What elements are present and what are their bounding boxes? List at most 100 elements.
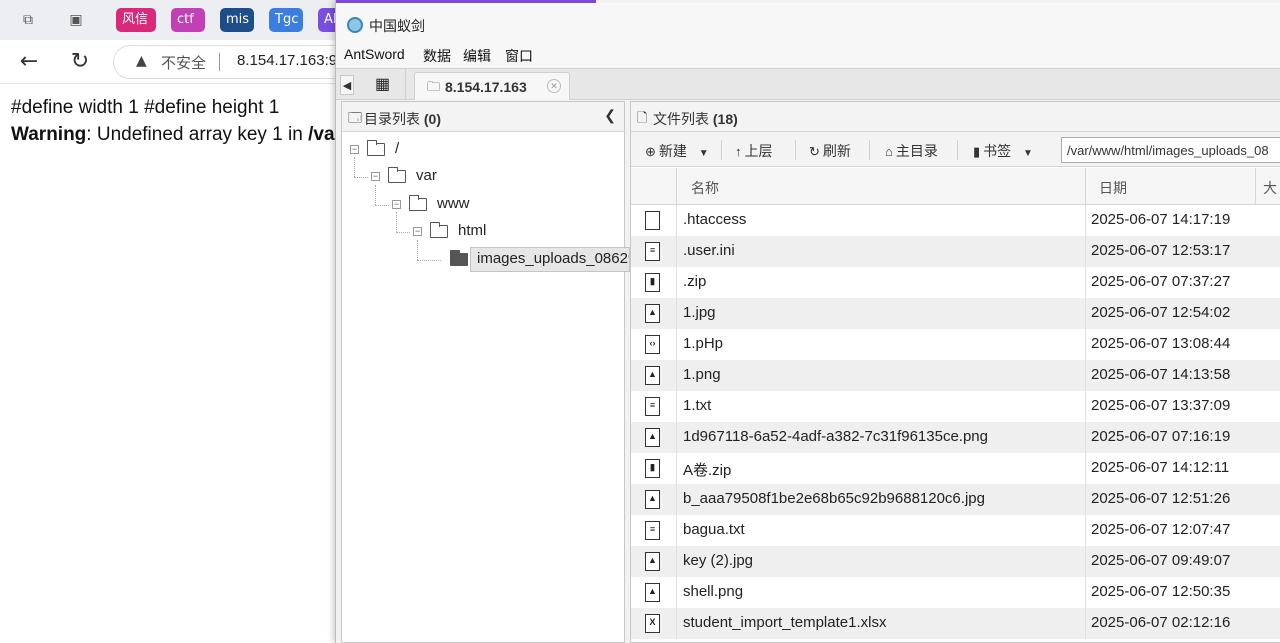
file-date: 2025-06-07 13:08:44 xyxy=(1091,335,1231,352)
tab-actions-icon[interactable]: ▣ xyxy=(66,10,86,30)
directory-panel: 🗔 目录列表 (0) ❮ − / − var − www − html imag… xyxy=(341,101,630,643)
excel-file-icon: X xyxy=(645,614,660,633)
path-input[interactable]: /var/www/html/images_uploads_08 xyxy=(1061,137,1280,163)
refresh-icon: ↻ xyxy=(809,144,820,159)
table-row[interactable]: ‹› 1.pHp 2025-06-07 13:08:44 xyxy=(631,329,1280,360)
file-date: 2025-06-07 12:54:02 xyxy=(1091,304,1231,321)
menu-window[interactable]: 窗口 xyxy=(505,46,533,66)
arrow-up-icon: ↑ xyxy=(735,144,742,159)
tab-close-icon[interactable]: ✕ xyxy=(547,79,561,93)
file-date: 2025-06-07 14:17:19 xyxy=(1091,211,1231,228)
table-row[interactable]: ≡ .user.ini 2025-06-07 12:53:17 xyxy=(631,236,1280,267)
antsword-titlebar: 中国蚁剑 xyxy=(336,3,1280,43)
table-row[interactable]: ▮ .zip 2025-06-07 07:37:27 xyxy=(631,267,1280,298)
column-size[interactable]: 大 xyxy=(1263,178,1277,198)
tree-node-www[interactable]: − www xyxy=(392,194,492,218)
tree-node-html[interactable]: − html xyxy=(413,221,513,245)
grid-view-icon[interactable]: ▦ xyxy=(360,69,406,100)
file-name: shell.png xyxy=(683,583,744,600)
menu-antsword[interactable]: AntSword xyxy=(344,46,405,62)
bookmark-fengxin[interactable]: 风信 xyxy=(116,8,156,32)
define-line: #define width 1 #define height 1 xyxy=(11,97,280,118)
menu-data[interactable]: 数据 xyxy=(423,46,451,66)
security-label[interactable]: 不安全 xyxy=(161,52,206,73)
bookmark-mis[interactable]: mis xyxy=(220,8,254,32)
file-name: A卷.zip xyxy=(683,462,732,479)
zip-file-icon: ▮ xyxy=(645,273,660,292)
bookmark-ctf[interactable]: ctf xyxy=(171,8,205,32)
text-file-icon: ≡ xyxy=(645,521,660,540)
collapse-icon[interactable]: − xyxy=(413,227,422,236)
table-row[interactable]: ▲ 1.jpg 2025-06-07 12:54:02 xyxy=(631,298,1280,329)
bookmark-button[interactable]: ▮ 书签 ▼ xyxy=(973,141,1033,161)
table-row[interactable]: ▲ 1d967118-6a52-4adf-a382-7c31f96135ce.pn… xyxy=(631,422,1280,453)
zip-file-icon: ▮ xyxy=(645,459,660,478)
code-file-icon: ‹› xyxy=(645,335,660,354)
refresh-button[interactable]: ↻ 刷新 xyxy=(809,141,851,161)
back-icon[interactable]: ← xyxy=(15,48,43,76)
tab-bar: ◀ ▦ 🗀 8.154.17.163 ✕ xyxy=(336,68,1280,100)
folder-icon xyxy=(388,167,406,183)
table-row[interactable]: ▲ key (2).jpg 2025-06-07 09:49:07 xyxy=(631,546,1280,577)
file-name: .user.ini xyxy=(683,242,735,259)
column-name[interactable]: 名称 xyxy=(691,178,719,198)
table-row[interactable]: ≡ bagua.txt 2025-06-07 12:07:47 xyxy=(631,515,1280,546)
warning-line: Warning: Undefined array key 1 in /var xyxy=(11,124,342,146)
window-title: 中国蚁剑 xyxy=(369,18,425,34)
new-button[interactable]: ⊕ 新建 ▼ xyxy=(645,141,709,161)
file-name: 1.jpg xyxy=(683,304,716,321)
tab-host[interactable]: 🗀 8.154.17.163 ✕ xyxy=(414,72,570,100)
file-name: 1.png xyxy=(683,366,721,383)
plus-circle-icon: ⊕ xyxy=(645,144,656,159)
warning-text: : Undefined array key 1 in xyxy=(86,124,309,145)
file-name: 1.pHp xyxy=(683,335,724,352)
image-file-icon: ▲ xyxy=(645,366,660,385)
window-icon: 🗔 xyxy=(348,110,363,125)
menu-edit[interactable]: 编辑 xyxy=(463,46,491,66)
collapse-icon[interactable]: − xyxy=(350,145,359,154)
directory-panel-header: 🗔 目录列表 (0) ❮ xyxy=(342,102,624,132)
file-date: 2025-06-07 12:07:47 xyxy=(1091,521,1231,538)
folder-icon xyxy=(409,195,427,211)
up-button[interactable]: ↑ 上层 xyxy=(735,141,773,161)
tree-node-var[interactable]: − var xyxy=(371,166,471,190)
table-row[interactable]: ▲ b_aaa79508f1be2e68b65c92b9688120c6.jpg 2… xyxy=(631,484,1280,515)
file-name: bagua.txt xyxy=(683,521,745,538)
table-row[interactable]: ▲ 1.png 2025-06-07 14:13:58 xyxy=(631,360,1280,391)
file-icon: 🗋 xyxy=(637,110,648,125)
antsword-window: 中国蚁剑 AntSword 数据 编辑 窗口 ◀ ▦ 🗀 8.154.17.16… xyxy=(335,0,1280,643)
file-grid-header: 名称 日期 大 xyxy=(631,168,1280,205)
table-row[interactable]: ≡ 1.txt 2025-06-07 13:37:09 xyxy=(631,391,1280,422)
workspaces-icon[interactable]: ⧉ xyxy=(18,10,38,30)
bookmark-icon: ▮ xyxy=(973,144,981,159)
file-name: 1.txt xyxy=(683,397,712,414)
page-content: #define width 1 #define height 1 Warning… xyxy=(0,85,342,643)
tab-scroll-left-icon[interactable]: ◀ xyxy=(340,75,354,95)
table-row[interactable]: ▲ shell.png 2025-06-07 12:50:35 xyxy=(631,577,1280,608)
address-url[interactable]: 8.154.17.163:9 xyxy=(237,52,337,69)
collapse-icon[interactable]: − xyxy=(371,172,380,181)
file-name: 1d967118-6a52-4adf-a382-7c31f96135ce.png xyxy=(683,428,988,445)
file-date: 2025-06-07 02:12:16 xyxy=(1091,614,1231,631)
column-date[interactable]: 日期 xyxy=(1099,178,1127,198)
file-name: b_aaa79508f1be2e68b65c92b9688120c6.jpg xyxy=(683,490,985,507)
image-file-icon: ▲ xyxy=(645,304,660,323)
folder-open-icon xyxy=(450,250,468,266)
tree-node-root[interactable]: − / xyxy=(350,139,450,163)
file-name: .zip xyxy=(683,273,707,290)
table-row[interactable]: ▮ A卷.zip 2025-06-07 14:12:11 xyxy=(631,453,1280,484)
file-date: 2025-06-07 07:16:19 xyxy=(1091,428,1231,445)
home-button[interactable]: ⌂ 主目录 xyxy=(885,141,938,161)
collapse-panel-icon[interactable]: ❮ xyxy=(604,107,616,124)
file-name: key (2).jpg xyxy=(683,552,754,569)
reload-icon[interactable]: ↻ xyxy=(66,48,94,76)
table-row[interactable]: Xstudent_import_template1.xlsx 2025-06-07… xyxy=(631,608,1280,639)
file-date: 2025-06-07 07:37:27 xyxy=(1091,273,1231,290)
bookmark-tgc[interactable]: Tgc xyxy=(269,8,303,32)
table-row[interactable]: .htaccess 2025-06-07 14:17:19 xyxy=(631,205,1280,236)
collapse-icon[interactable]: − xyxy=(392,200,401,209)
tree-node-images-uploads[interactable]: images_uploads_08629 xyxy=(442,247,630,273)
home-icon: ⌂ xyxy=(885,144,893,159)
file-icon xyxy=(645,211,660,230)
folder-icon: 🗀 xyxy=(427,79,441,94)
